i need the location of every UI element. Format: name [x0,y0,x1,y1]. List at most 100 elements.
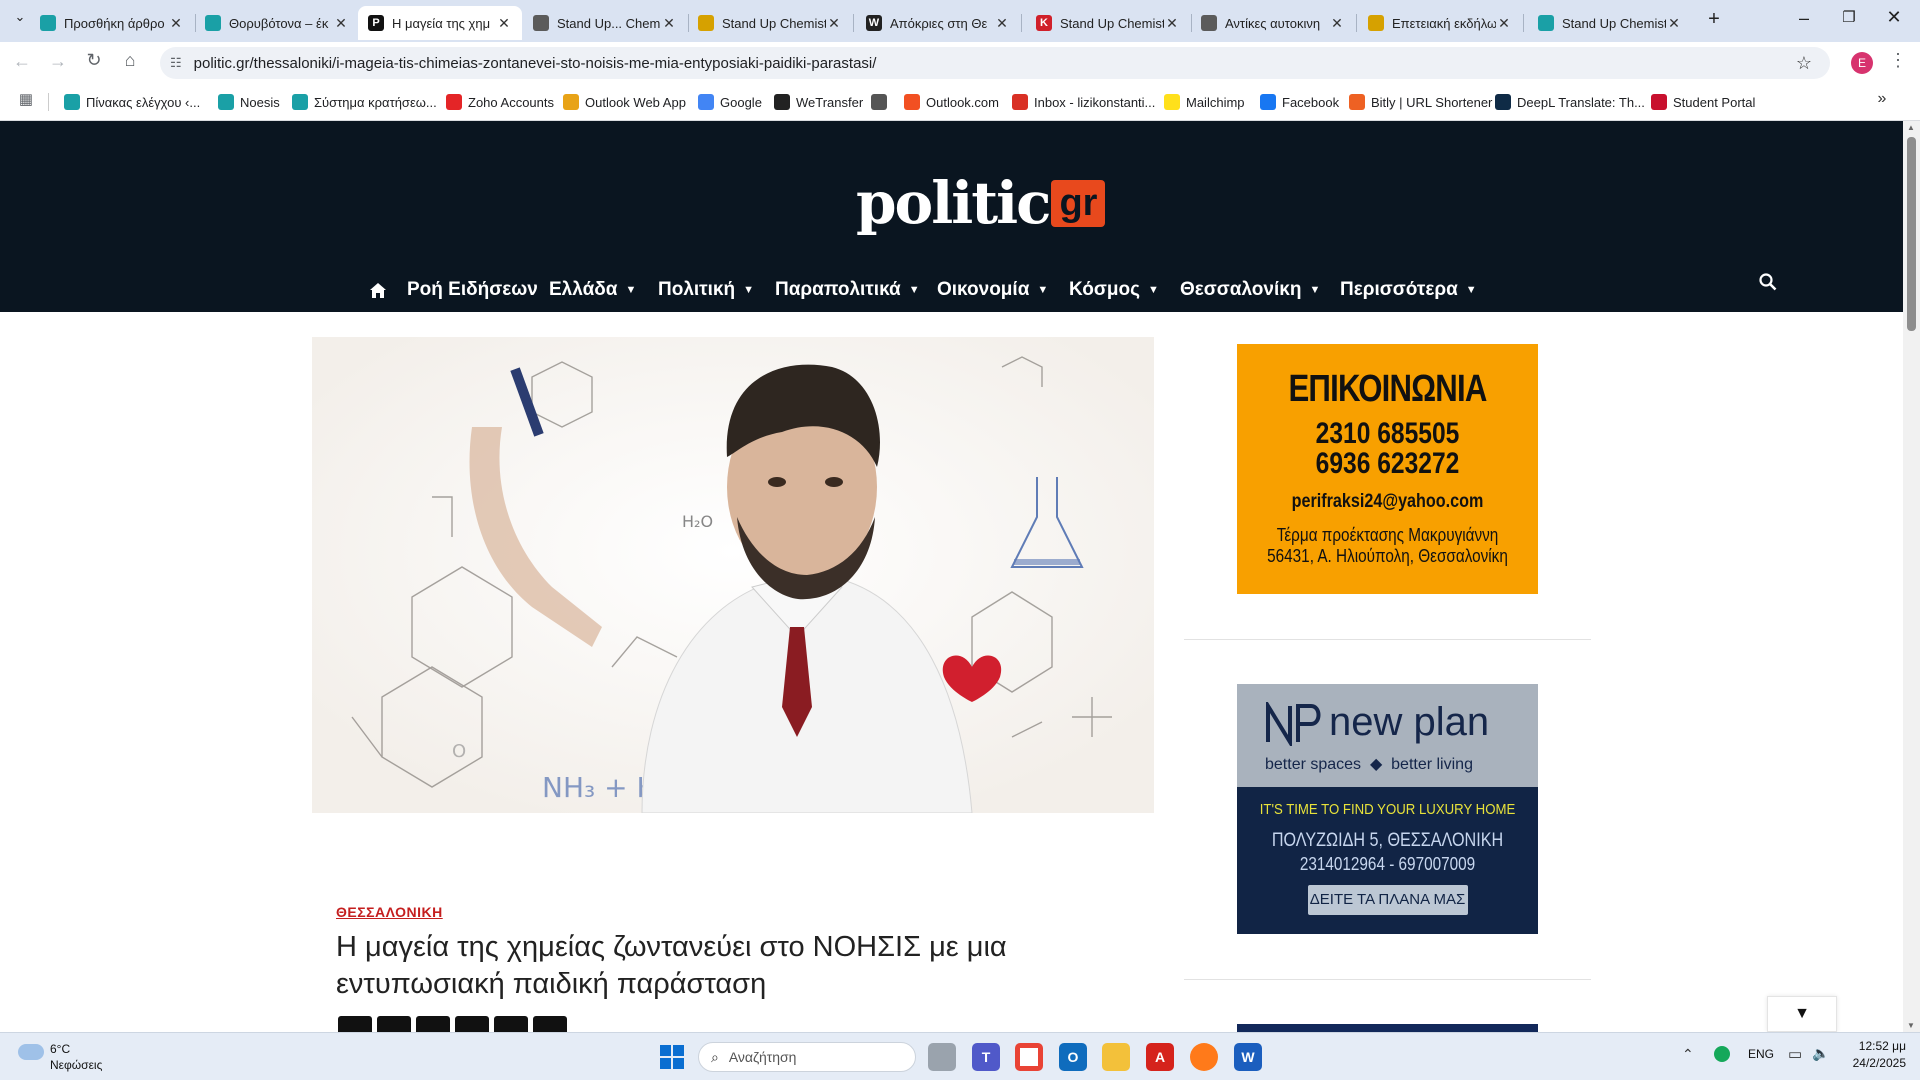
chrome-icon[interactable] [1015,1043,1043,1071]
tab-close-icon[interactable]: ✕ [826,15,842,32]
browser-tab[interactable]: Αντίκες αυτοκινη ✕ [1191,6,1355,40]
bookmark-item[interactable]: Zoho Accounts [446,92,554,112]
bookmark-item[interactable]: Facebook [1260,92,1339,112]
tab-favicon [1201,15,1217,31]
grammarly-icon[interactable] [1714,1046,1730,1062]
menu-icon[interactable]: ⋮ [1886,50,1910,71]
bookmark-item[interactable]: Πίνακας ελέγχου ‹... [64,92,200,112]
nav-item[interactable]: Πολιτική ▼ [658,279,754,301]
home-icon[interactable]: ⌂ [118,50,142,71]
tab-close-icon[interactable]: ✕ [333,15,349,32]
file-explorer-icon[interactable] [1102,1043,1130,1071]
apps-grid-icon[interactable]: ▦ [14,90,38,108]
ad2-cta-button[interactable]: ΔΕΙΤΕ ΤΑ ΠΛΑΝΑ ΜΑΣ [1307,885,1468,915]
volume-icon[interactable]: 🔈 [1812,1045,1829,1062]
clock-date[interactable]: 24/2/2025 [1848,1056,1906,1070]
restore-button[interactable]: ❐ [1837,8,1861,26]
url-text[interactable]: politic.gr/thessaloniki/i-mageia-tis-chi… [194,55,877,72]
network-icon[interactable]: ▭ [1788,1045,1802,1063]
tab-close-icon[interactable]: ✕ [1666,15,1682,32]
instagram-icon[interactable] [377,1016,411,1032]
taskbar-search[interactable]: ⌕ Αναζήτηση [698,1042,916,1072]
nav-item[interactable]: Ελλάδα ▼ [549,279,636,301]
clock-time[interactable]: 12:52 μμ [1848,1039,1906,1053]
weather-icon[interactable] [18,1044,44,1060]
nav-item[interactable]: Θεσσαλονίκη ▼ [1180,279,1320,301]
bookmark-item[interactable]: Σύστημα κρατήσεω... [292,92,437,112]
weather-temp[interactable]: 6°C [50,1042,70,1056]
nav-item[interactable]: Παραπολιτικά ▼ [775,279,920,301]
back-icon[interactable]: ← [10,51,34,72]
site-info-icon[interactable]: ☷ [170,55,182,71]
nav-item[interactable]: Περισσότερα ▼ [1340,279,1477,301]
tab-close-icon[interactable]: ✕ [168,15,184,32]
firefox-icon[interactable] [1190,1043,1218,1071]
reload-icon[interactable]: ↻ [82,50,106,71]
browser-tab[interactable]: W Απόκριες στη Θε ✕ [856,6,1020,40]
contact-ad[interactable]: ΕΠΙΚΟΙΝΩΝΙΑ 2310 685505 6936 623272 peri… [1237,344,1538,594]
more-bookmarks-icon[interactable]: » [1870,90,1894,108]
whatsapp-icon[interactable] [494,1016,528,1032]
home-nav-icon[interactable] [369,282,387,299]
page-scrollbar[interactable]: ▲ ▼ [1903,121,1920,1032]
omnibox[interactable]: ☷ politic.gr/thessaloniki/i-mageia-tis-c… [160,47,1830,79]
tab-close-icon[interactable]: ✕ [1164,15,1180,32]
sidebar-ad-3[interactable] [1237,1024,1538,1032]
facebook-icon[interactable] [338,1016,372,1032]
outlook-icon[interactable]: O [1059,1043,1087,1071]
bookmark-item[interactable] [871,92,893,112]
search-icon[interactable] [1759,273,1777,291]
scrollbar-thumb[interactable] [1907,137,1916,331]
browser-tab[interactable]: Stand Up Chemist ✕ [688,6,852,40]
forward-icon[interactable]: → [46,51,70,72]
minimize-button[interactable]: – [1792,8,1816,29]
tab-close-icon[interactable]: ✕ [661,15,677,32]
article-category[interactable]: ΘΕΣΣΑΛΟΝΙΚΗ [336,904,443,920]
word-icon[interactable]: W [1234,1043,1262,1071]
bookmark-item[interactable]: Noesis [218,92,280,112]
bookmark-item[interactable]: DeepL Translate: Th... [1495,92,1645,112]
new-tab-button[interactable]: + [1702,8,1726,31]
browser-tab[interactable]: Επετειακή εκδήλω ✕ [1358,6,1522,40]
nav-item[interactable]: Κόσμος ▼ [1069,279,1159,301]
tab-close-icon[interactable]: ✕ [1329,15,1345,32]
new-plan-ad[interactable]: new plan better spaces ◆ better living I… [1237,684,1538,934]
acrobat-icon[interactable]: A [1146,1043,1174,1071]
tray-overflow-icon[interactable]: ⌃ [1682,1046,1694,1063]
bookmark-item[interactable]: Google [698,92,762,112]
bookmark-item[interactable]: Bitly | URL Shortener [1349,92,1492,112]
tab-close-icon[interactable]: ✕ [994,15,1010,32]
bookmark-item[interactable]: Outlook.com [904,92,999,112]
bookmark-star-icon[interactable]: ☆ [1796,53,1812,74]
browser-tab[interactable]: Stand Up Chemist ✕ [1528,6,1692,40]
more-share-icon[interactable] [533,1016,567,1032]
browser-tab[interactable]: Stand Up... Chemi ✕ [523,6,687,40]
teams-icon[interactable]: T [972,1043,1000,1071]
profile-avatar[interactable]: E [1851,52,1873,74]
bookmark-item[interactable]: Student Portal [1651,92,1755,112]
bookmark-item[interactable]: WeTransfer [774,92,863,112]
taskbar-search-placeholder[interactable]: Αναζήτηση [729,1049,797,1065]
nav-item[interactable]: Ροή Ειδήσεων [407,279,538,301]
bookmark-item[interactable]: Mailchimp [1164,92,1245,112]
close-window-button[interactable]: ✕ [1882,7,1906,28]
tab-close-icon[interactable]: ✕ [1496,15,1512,32]
collapse-arrow-icon[interactable]: ▼ [1767,996,1837,1032]
nav-item[interactable]: Οικονομία ▼ [937,279,1048,301]
nav-item-label: Θεσσαλονίκη [1180,279,1302,300]
bookmark-item[interactable]: Inbox - lizikonstanti... [1012,92,1155,112]
weather-desc[interactable]: Νεφώσεις [50,1058,102,1072]
viber-icon[interactable] [455,1016,489,1032]
tab-search-icon[interactable]: ⌄ [8,9,32,25]
site-logo[interactable]: politic gr [856,169,1106,237]
tab-close-icon[interactable]: ✕ [496,15,512,32]
start-windows-icon[interactable] [660,1045,684,1069]
browser-tab[interactable]: Προσθήκη άρθρο ✕ [30,6,194,40]
task-view-icon[interactable] [928,1043,956,1071]
bookmark-item[interactable]: Outlook Web App [563,92,686,112]
twitter-icon[interactable] [416,1016,450,1032]
browser-tab[interactable]: K Stand Up Chemist ✕ [1026,6,1190,40]
browser-tab[interactable]: P Η μαγεία της χημ ✕ [358,6,522,40]
browser-tab[interactable]: Θορυβότονα – έκ ✕ [195,6,359,40]
language-indicator[interactable]: ENG [1748,1047,1774,1061]
